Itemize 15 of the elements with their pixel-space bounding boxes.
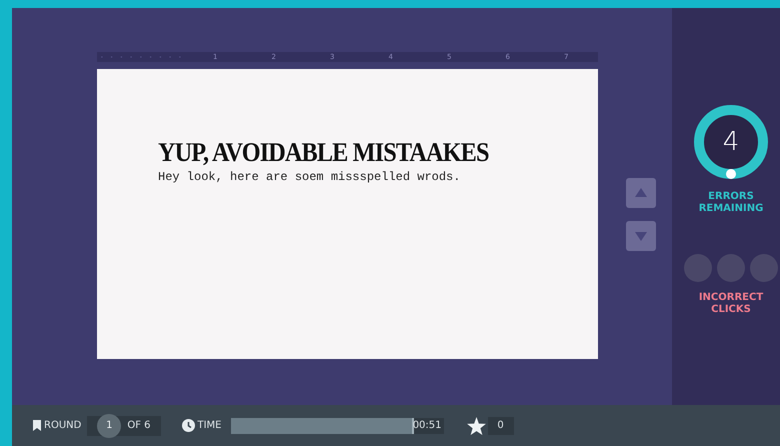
round-number: 1 (97, 414, 122, 438)
document-heading: YUP, AVOIDABLE MISTAAKES (158, 139, 489, 166)
errors-label: ERRORS REMAINING (698, 191, 764, 214)
bookmark-icon (33, 420, 41, 431)
scroll-up-button[interactable] (626, 178, 656, 208)
round-total: OF 6 (127, 419, 150, 433)
time-label: TIME (198, 419, 222, 433)
scroll-down-button[interactable] (626, 221, 656, 251)
errors-count: 4 (722, 129, 740, 155)
clock-icon (182, 419, 194, 432)
document-text: Hey look, here are soem missspelled wrods. (158, 169, 462, 186)
score-value: 0 (497, 419, 504, 433)
star-icon (466, 416, 486, 434)
incorrect-clicks-label: INCORRECT CLICKS (698, 292, 764, 315)
round-label: ROUND (44, 419, 82, 433)
